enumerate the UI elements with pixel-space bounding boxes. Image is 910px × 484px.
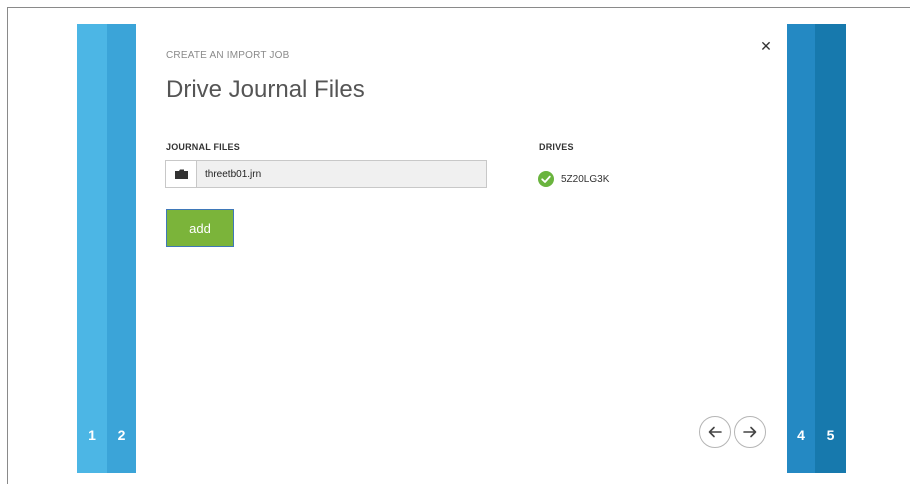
drive-name: 5Z20LG3K <box>561 173 610 185</box>
step-number: 5 <box>826 427 835 443</box>
browse-button[interactable] <box>166 161 197 187</box>
drives-label: DRIVES <box>539 142 574 152</box>
wizard-step-5[interactable]: 5 <box>815 24 846 473</box>
journal-file-input[interactable] <box>197 161 486 187</box>
close-icon[interactable]: ✕ <box>758 38 774 54</box>
next-button[interactable] <box>734 416 766 448</box>
journal-file-field <box>165 160 487 188</box>
step-number: 2 <box>117 427 126 443</box>
step-number: 1 <box>88 427 96 443</box>
breadcrumb: CREATE AN IMPORT JOB <box>166 50 290 61</box>
wizard-step-1[interactable]: 1 <box>77 24 107 473</box>
check-circle-icon <box>538 171 554 187</box>
wizard-step-2[interactable]: 2 <box>107 24 136 473</box>
arrow-left-icon <box>708 426 722 438</box>
folder-icon <box>174 169 188 179</box>
drive-item: 5Z20LG3K <box>538 171 609 187</box>
page-title: Drive Journal Files <box>166 76 365 103</box>
step-number: 4 <box>797 427 805 443</box>
wizard-step-4[interactable]: 4 <box>787 24 815 473</box>
journal-files-label: JOURNAL FILES <box>166 142 240 152</box>
import-job-dialog: ✕ CREATE AN IMPORT JOB Drive Journal Fil… <box>136 24 787 473</box>
add-button[interactable]: add <box>166 209 234 247</box>
previous-button[interactable] <box>699 416 731 448</box>
arrow-right-icon <box>743 426 757 438</box>
